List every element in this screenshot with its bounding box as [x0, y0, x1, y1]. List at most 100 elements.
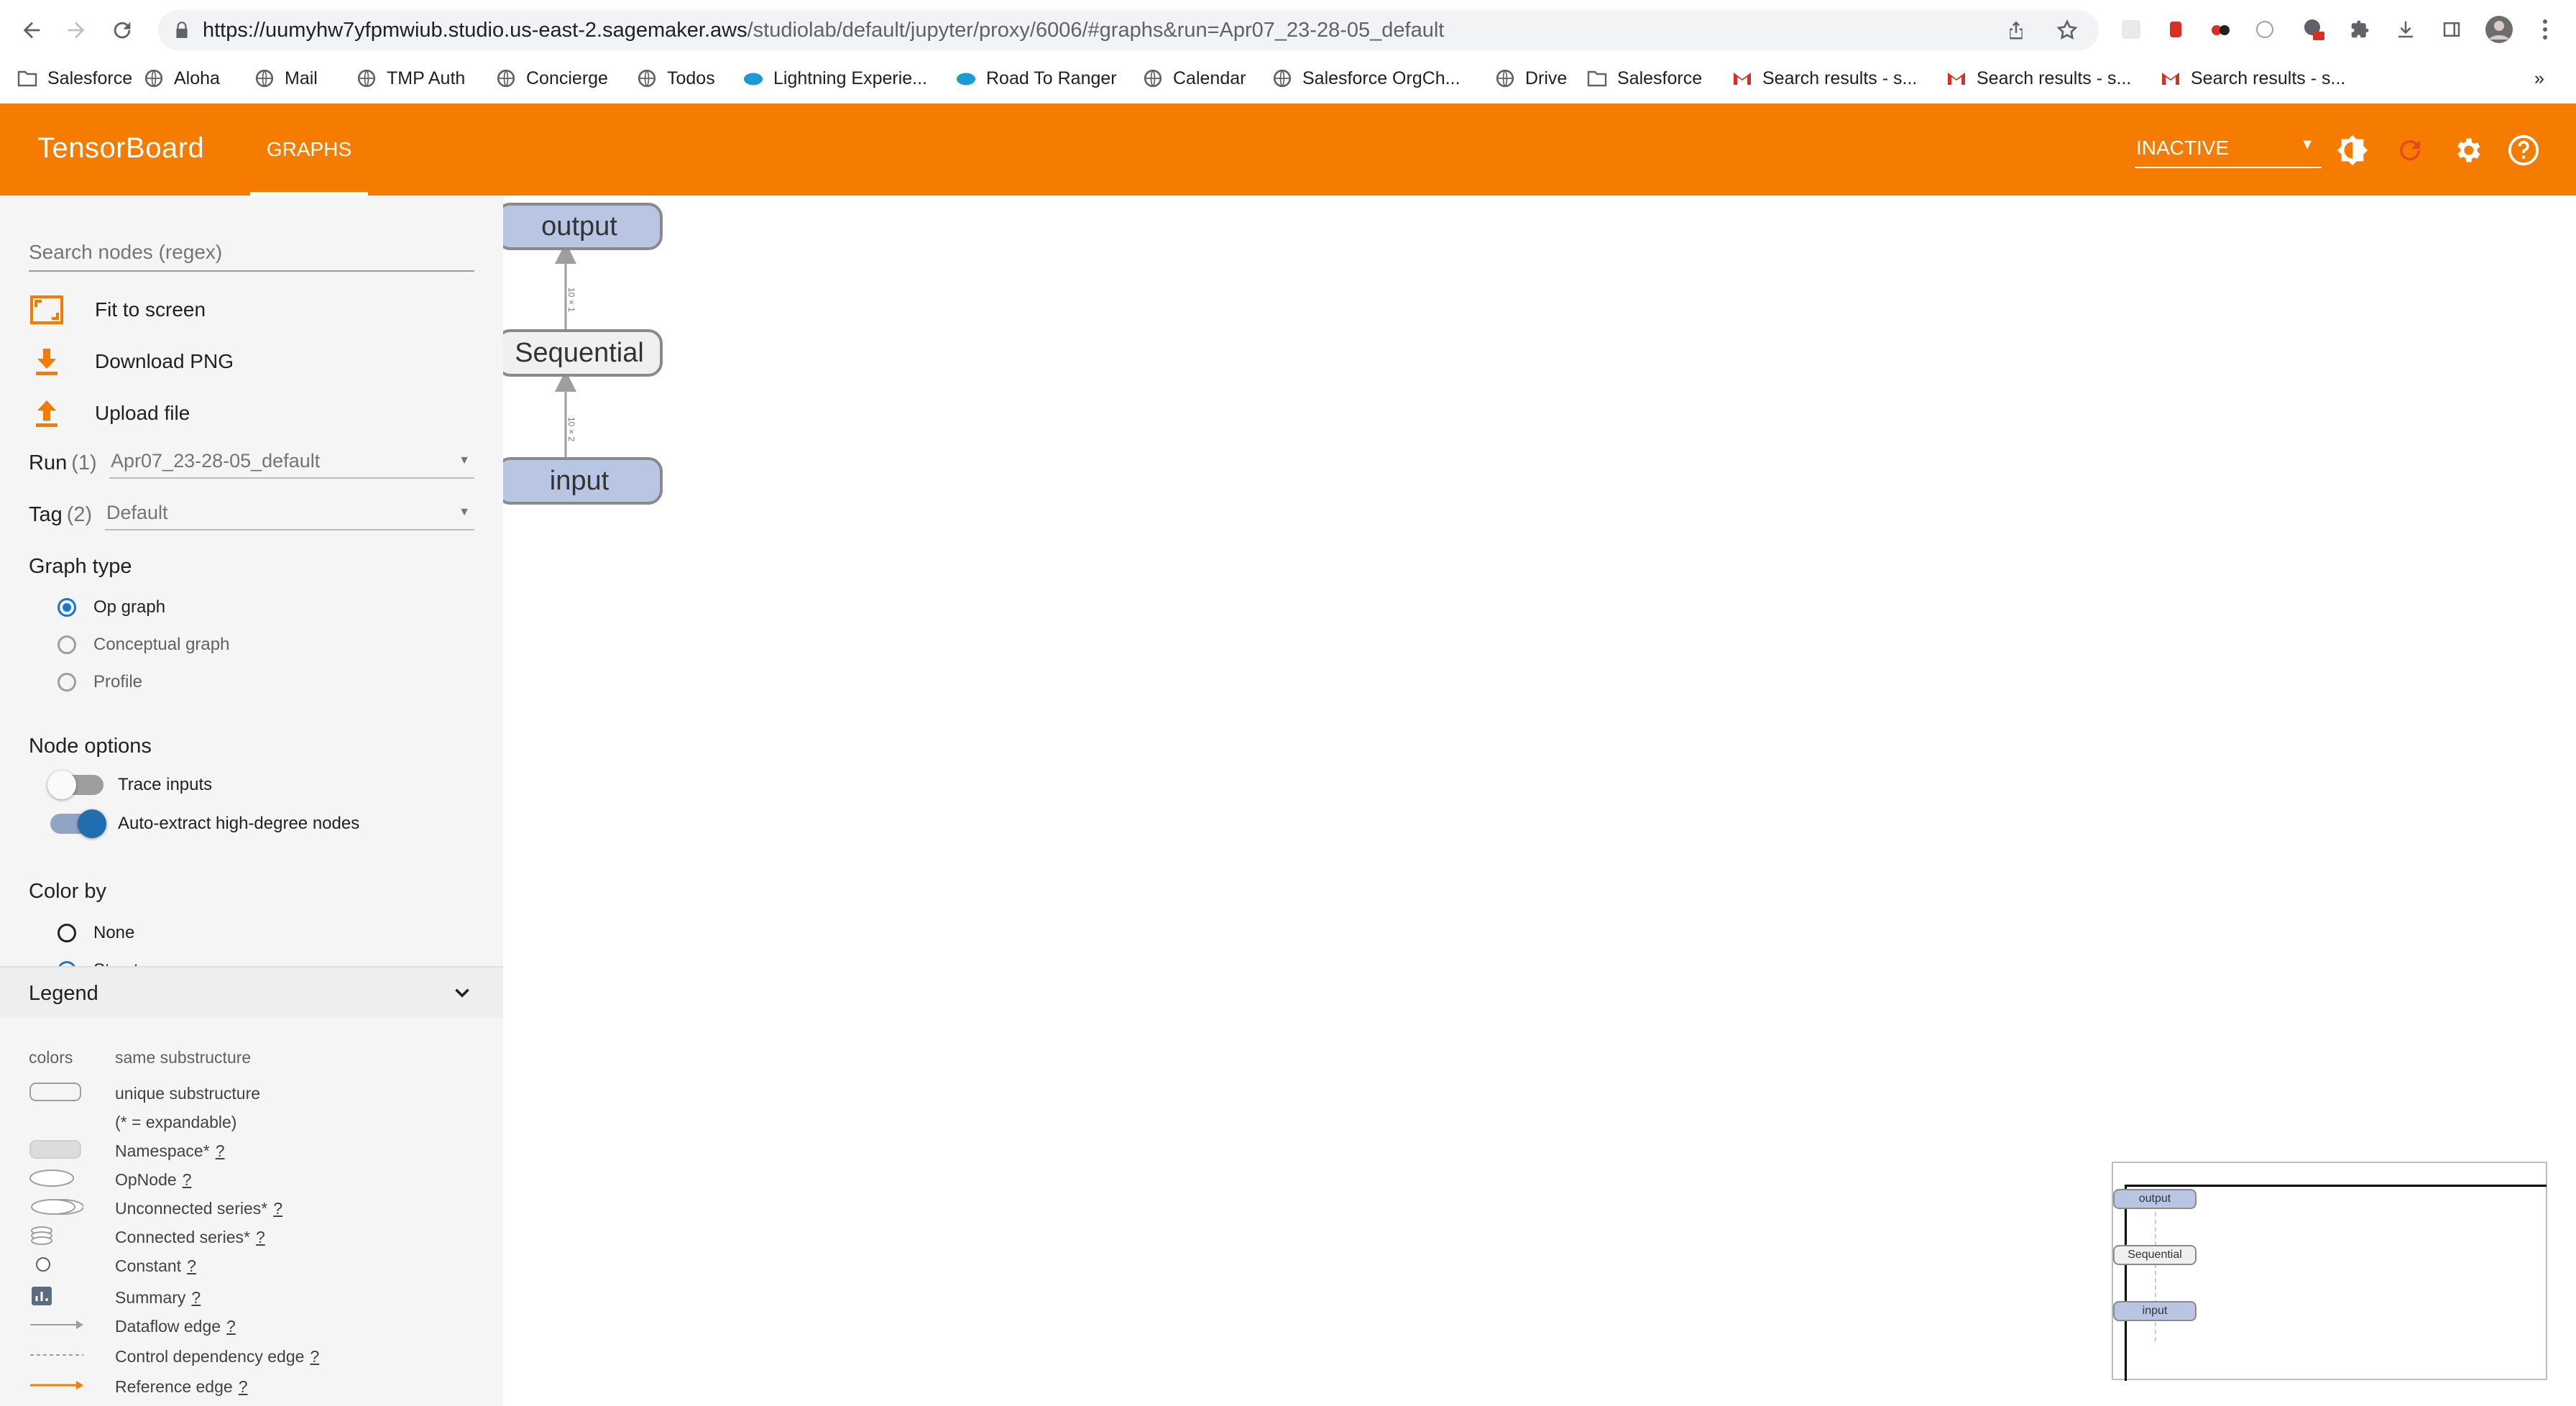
plugin-select[interactable]: INACTIVE ▼	[2135, 131, 2322, 168]
minimap-node-sequential: Sequential	[2113, 1245, 2196, 1265]
bookmark-label: Aloha	[174, 68, 220, 88]
extension-icon[interactable]	[2250, 14, 2280, 45]
run-select[interactable]: Apr07_23-28-05_default ▼	[109, 446, 474, 479]
toggle-track	[47, 771, 104, 799]
bookmark-item[interactable]: TMP Auth	[356, 66, 465, 91]
puzzle-icon[interactable]	[2345, 14, 2375, 45]
radio-conceptual-graph[interactable]: Conceptual graph	[58, 632, 229, 658]
bookmark-item[interactable]: Drive	[1495, 66, 1567, 91]
back-icon[interactable]	[14, 13, 49, 47]
extension-icon[interactable]	[2116, 14, 2146, 45]
profile-avatar-icon[interactable]	[2484, 14, 2514, 45]
legend-help-link[interactable]: ?	[183, 1170, 192, 1189]
graph-node-input[interactable]: input	[503, 457, 663, 505]
globe-icon	[496, 68, 516, 88]
bookmark-item[interactable]: Mail	[254, 66, 318, 91]
share-icon[interactable]	[2005, 19, 2027, 45]
more-bookmarks-button[interactable]: »	[2534, 66, 2544, 91]
radio-label: Profile	[93, 672, 143, 691]
radio-color-none[interactable]: None	[58, 920, 134, 946]
legend-label-text: Unconnected series*	[115, 1199, 268, 1218]
connected-series-icon	[29, 1225, 83, 1246]
edge-label-top: 10×1	[566, 287, 576, 313]
reload-data-icon[interactable]	[2392, 132, 2428, 168]
bookmark-item[interactable]: Concierge	[496, 66, 608, 91]
extension-icon[interactable]	[2161, 14, 2191, 45]
help-icon[interactable]	[2506, 132, 2542, 168]
legend-help-link[interactable]: ?	[226, 1317, 236, 1336]
legend-header[interactable]: Legend	[0, 968, 503, 1018]
trace-inputs-toggle[interactable]: Trace inputs	[47, 771, 213, 799]
bookmark-item[interactable]: Aloha	[144, 66, 220, 91]
minimap-viewport[interactable]	[2125, 1185, 2547, 1381]
bookmarks-bar: Salesforce Aloha Mail TMP Auth Concierge Todo…	[0, 60, 2576, 96]
legend-label: unique substructure	[115, 1084, 260, 1103]
fit-to-screen-button[interactable]: Fit to screen	[29, 292, 206, 328]
legend-label-text: Connected series*	[115, 1228, 250, 1246]
graph-node-sequential[interactable]: Sequential	[503, 329, 663, 377]
bookmark-label: Search results - s...	[1762, 68, 1918, 88]
radio-label: Op graph	[93, 597, 166, 617]
salesforce-cloud-icon	[743, 68, 763, 88]
trace-inputs-label: Trace inputs	[118, 775, 213, 794]
legend-help-link[interactable]: ?	[310, 1347, 319, 1366]
download-png-button[interactable]: Download PNG	[29, 344, 234, 380]
bookmark-item[interactable]: Search results - s...	[2161, 66, 2345, 91]
bookmark-item[interactable]: Search results - s...	[1946, 66, 2131, 91]
legend-help-link[interactable]: ?	[256, 1228, 265, 1246]
radio-profile[interactable]: Profile	[58, 669, 142, 695]
app-logo[interactable]: TensorBoard	[37, 132, 204, 165]
legend-help-link[interactable]: ?	[187, 1256, 196, 1275]
salesforce-folder-icon	[17, 68, 37, 88]
bookmark-item[interactable]: Calendar	[1143, 66, 1246, 91]
legend-label: Unconnected series*?	[115, 1199, 282, 1218]
legend-help-link[interactable]: ?	[191, 1288, 201, 1307]
side-panel-icon[interactable]	[2437, 14, 2467, 45]
bookmark-label: Salesforce	[1617, 68, 1703, 88]
toggle-knob	[78, 809, 106, 838]
tag-select[interactable]: Default ▼	[105, 497, 474, 530]
radio-label: Conceptual graph	[93, 635, 230, 654]
chevron-down-icon[interactable]	[450, 980, 474, 1005]
bookmark-label: Drive	[1525, 68, 1568, 88]
dark-mode-icon[interactable]	[2334, 132, 2370, 168]
globe-icon	[1143, 68, 1163, 88]
auto-extract-toggle[interactable]: Auto-extract high-degree nodes	[50, 809, 359, 838]
tab-graphs[interactable]: GRAPHS	[250, 104, 368, 196]
upload-file-button[interactable]: Upload file	[29, 395, 190, 431]
bookmark-label: Lightning Experie...	[773, 68, 928, 88]
bookmark-item[interactable]: Lightning Experie...	[743, 66, 927, 91]
bookmark-star-icon[interactable]	[2056, 19, 2079, 45]
legend-help-link[interactable]: ?	[216, 1141, 225, 1160]
bookmark-item[interactable]: Search results - s...	[1732, 66, 1917, 91]
graph-node-output[interactable]: output	[503, 203, 663, 250]
legend-label: Connected series*?	[115, 1228, 265, 1247]
bookmark-item[interactable]: Road To Ranger	[956, 66, 1117, 91]
legend-help-link[interactable]: ?	[273, 1199, 282, 1218]
extension-icon[interactable]	[2299, 14, 2329, 45]
download-icon[interactable]	[2391, 14, 2421, 45]
settings-gear-icon[interactable]	[2450, 132, 2485, 168]
globe-icon	[356, 68, 377, 88]
minimap-node-output: output	[2113, 1189, 2196, 1209]
radio-op-graph[interactable]: Op graph	[58, 594, 165, 620]
reload-icon[interactable]	[105, 13, 139, 47]
address-bar[interactable]: https://uumyhw7yfpmwiub.studio.us-east-2…	[158, 10, 2099, 50]
summary-icon	[29, 1285, 83, 1307]
extension-icon[interactable]	[2205, 14, 2235, 45]
graph-canvas[interactable]: 10×1 10×2 output Sequential input output…	[503, 196, 2576, 1406]
bookmark-item[interactable]: Salesforce	[1587, 66, 1702, 91]
search-nodes-input[interactable]	[29, 234, 474, 272]
bookmark-item[interactable]: Salesforce	[17, 66, 132, 91]
legend-label: Constant?	[115, 1256, 196, 1276]
bookmark-item[interactable]: Salesforce OrgCh...	[1272, 66, 1460, 91]
globe-icon	[1272, 68, 1292, 88]
url-text: https://uumyhw7yfpmwiub.studio.us-east-2…	[203, 19, 1445, 42]
menu-kebab-icon[interactable]	[2530, 14, 2560, 45]
graph-minimap[interactable]: output Sequential input	[2112, 1162, 2547, 1381]
legend-help-link[interactable]: ?	[239, 1377, 248, 1396]
folder-icon	[1587, 68, 1607, 88]
bookmark-item[interactable]: Todos	[637, 66, 715, 91]
bookmark-label: Salesforce OrgCh...	[1302, 68, 1460, 88]
forward-icon[interactable]	[59, 13, 93, 47]
